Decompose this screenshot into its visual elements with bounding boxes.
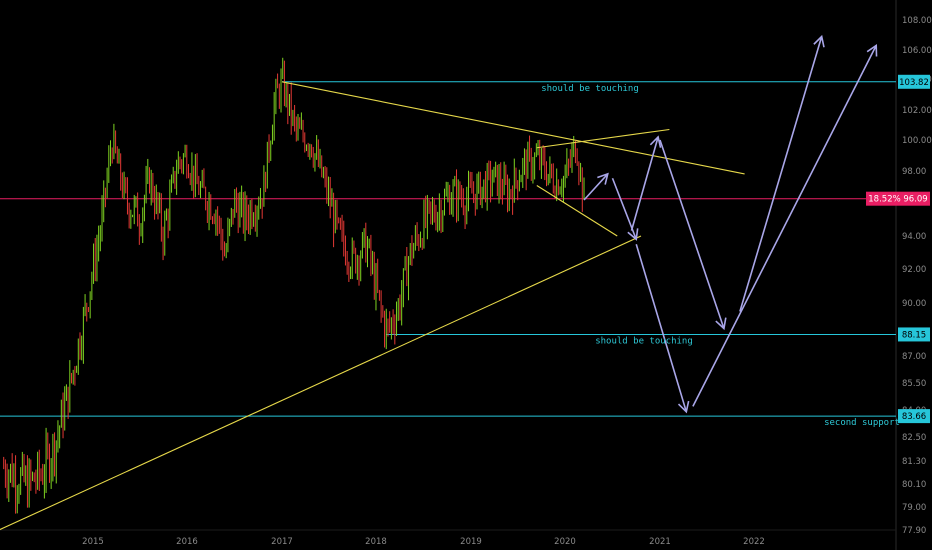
price-tag: 88.15 [898,327,930,342]
price-tag-text: 18.52% 96.09 [868,195,927,205]
price-tag-text: 88.15 [902,330,926,340]
chart-background [0,0,932,550]
level-note: second support [824,418,900,428]
x-tick-label: 2019 [460,537,482,547]
x-tick-label: 2017 [271,537,293,547]
y-tick-label: 106.00 [902,46,932,56]
y-tick-label: 82.50 [902,433,926,443]
x-tick-label: 2015 [82,537,104,547]
y-tick-label: 98.00 [902,167,926,177]
y-tick-label: 80.10 [902,480,926,490]
x-tick-label: 2022 [743,537,765,547]
x-tick-label: 2016 [176,537,198,547]
y-tick-label: 102.00 [902,106,932,116]
y-tick-label: 108.00 [902,16,932,26]
price-chart: 108.00106.00104.00102.00100.0098.0096.00… [0,0,932,550]
y-tick-label: 77.90 [902,526,926,536]
price-tag: 18.52% 96.09 [866,191,930,206]
y-tick-label: 94.00 [902,232,926,242]
level-note: should be touching [595,336,693,346]
y-tick-label: 92.00 [902,265,926,275]
price-tag: 103.82 [898,74,930,89]
chart-container: 108.00106.00104.00102.00100.0098.0096.00… [0,0,932,550]
y-tick-label: 79.00 [902,503,926,513]
y-tick-label: 87.00 [902,352,926,362]
x-tick-label: 2021 [649,537,671,547]
y-tick-label: 81.30 [902,457,926,467]
y-tick-label: 100.00 [902,136,932,146]
x-tick-label: 2018 [365,537,387,547]
level-note: should be touching [541,84,639,94]
price-tag-text: 83.66 [902,412,926,422]
price-tag-text: 103.82 [899,78,929,88]
y-tick-label: 90.00 [902,299,926,309]
price-tag: 83.66 [898,409,930,424]
y-tick-label: 85.50 [902,379,926,389]
x-tick-label: 2020 [554,537,576,547]
